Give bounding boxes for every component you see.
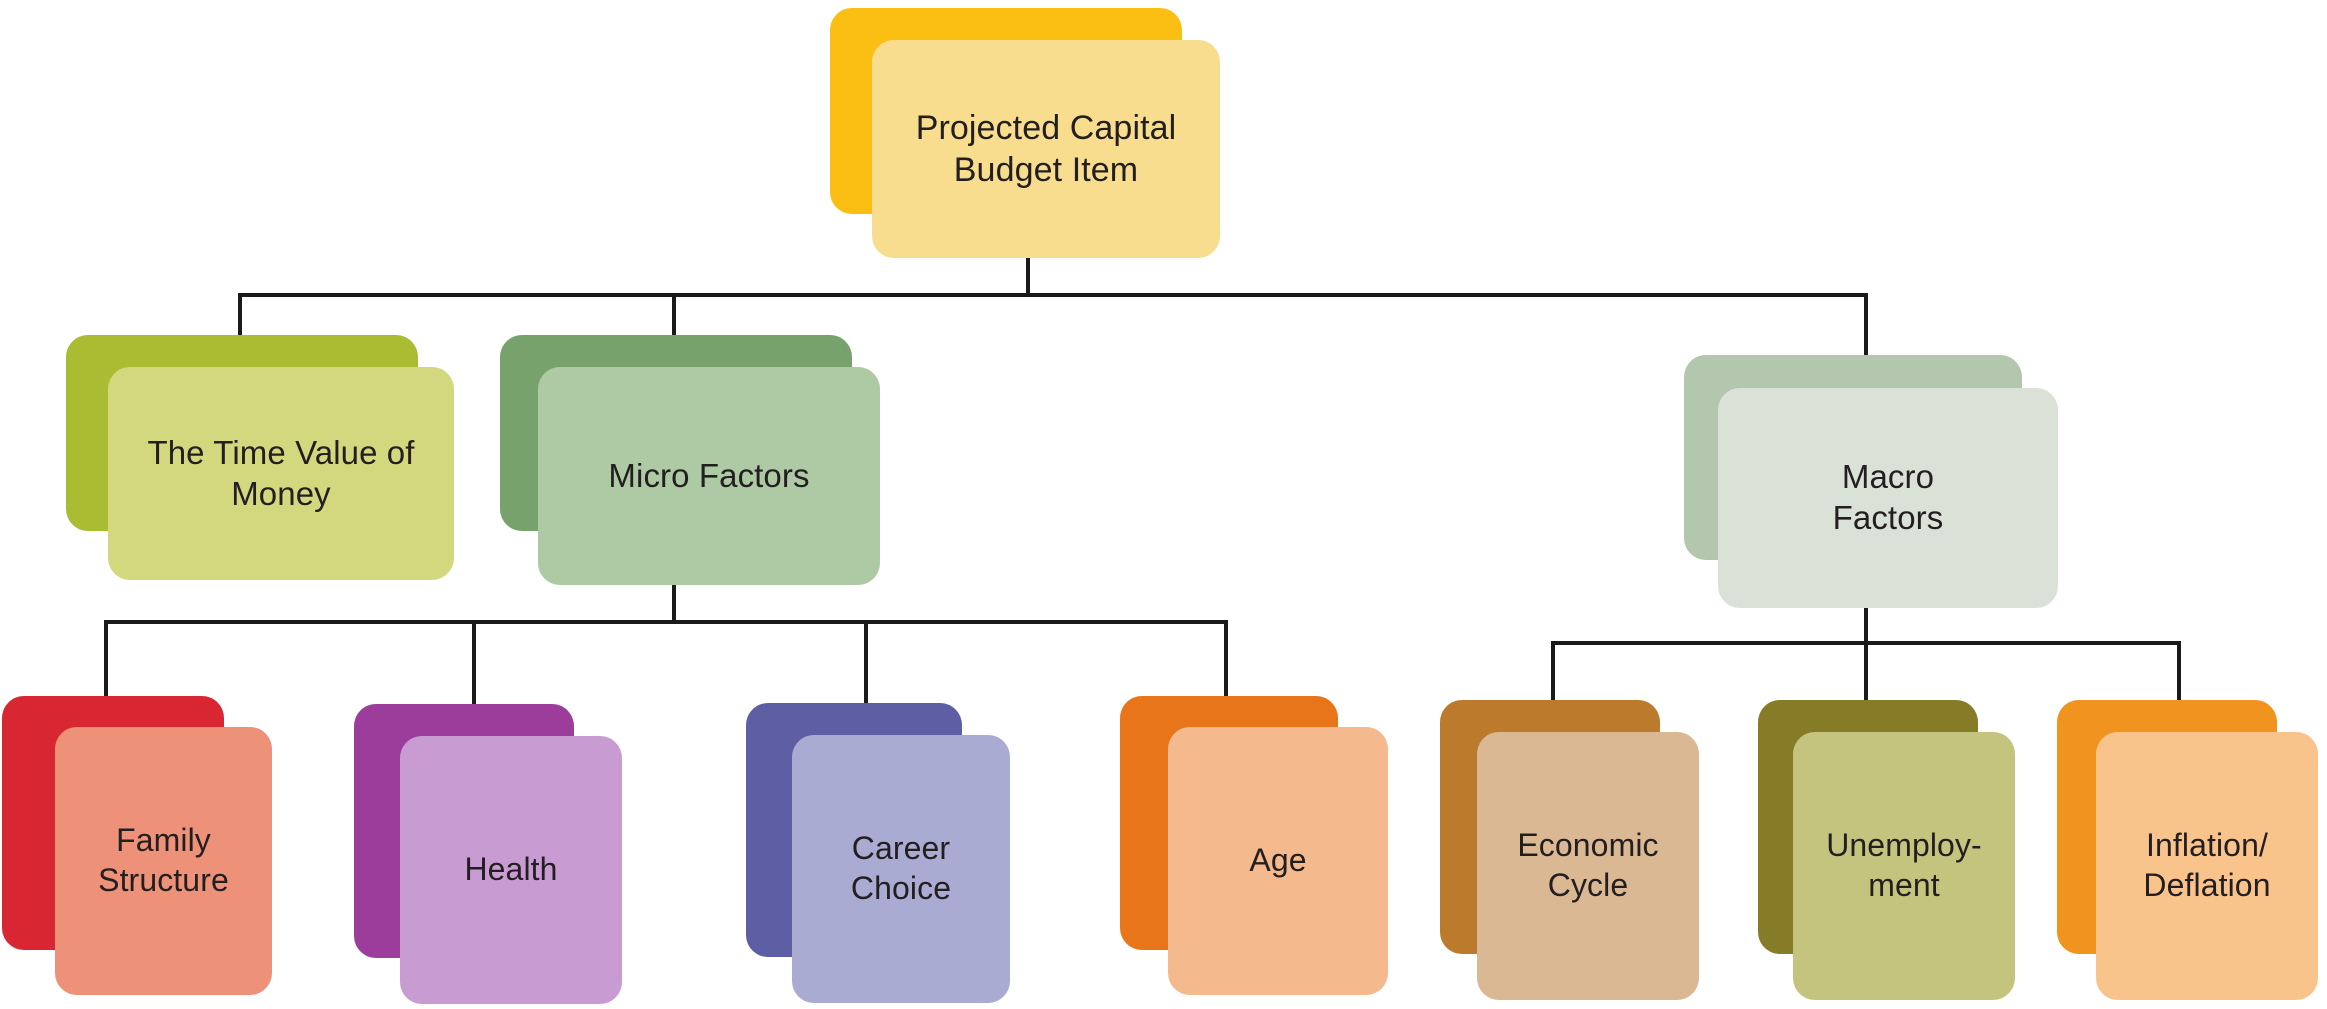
connector-drop-micro: [672, 293, 676, 335]
card-face: Unemploy- ment: [1793, 732, 2015, 1000]
node-label: The Time Value of Money: [147, 433, 415, 512]
connector-drop-time-value: [238, 293, 242, 335]
node-label: Health: [464, 851, 558, 888]
connector-macro-stem: [1864, 608, 1868, 644]
connector-level2-bus: [238, 293, 1868, 297]
card-face: Micro Factors: [538, 367, 880, 585]
org-chart-diagram: Projected Capital Budget Item The Time V…: [0, 0, 2327, 1009]
node-label: Economic Cycle: [1517, 827, 1659, 903]
node-label: Age: [1249, 842, 1307, 879]
node-label: Projected Capital Budget Item: [915, 108, 1177, 189]
connector-drop-health: [472, 620, 476, 704]
connector-drop-career-choice: [864, 620, 868, 704]
connector-drop-economic-cycle: [1551, 641, 1555, 701]
node-label: Micro Factors: [608, 456, 810, 494]
card-face: Projected Capital Budget Item: [872, 40, 1220, 258]
connector-micro-stem: [672, 585, 676, 623]
card-face: Age: [1168, 727, 1388, 995]
connector-drop-unemployment: [1864, 641, 1868, 701]
connector-root-stem: [1026, 258, 1030, 296]
node-label: Career Choice: [850, 830, 952, 906]
card-face: Macro Factors: [1718, 388, 2058, 608]
card-face: Economic Cycle: [1477, 732, 1699, 1000]
card-face: Inflation/ Deflation: [2096, 732, 2318, 1000]
node-label: Macro Factors: [1832, 458, 1944, 536]
card-face: Family Structure: [55, 727, 272, 995]
node-label: Unemploy- ment: [1826, 827, 1982, 903]
connector-drop-macro: [1864, 293, 1868, 361]
connector-drop-inflation-deflation: [2177, 641, 2181, 701]
connector-drop-age: [1224, 620, 1228, 696]
card-face: Career Choice: [792, 735, 1010, 1003]
card-face: The Time Value of Money: [108, 367, 454, 580]
connector-drop-family-structure: [104, 620, 108, 696]
card-face: Health: [400, 736, 622, 1004]
node-label: Family Structure: [98, 822, 229, 898]
node-label: Inflation/ Deflation: [2143, 827, 2271, 903]
connector-micro-bus: [104, 620, 1228, 624]
